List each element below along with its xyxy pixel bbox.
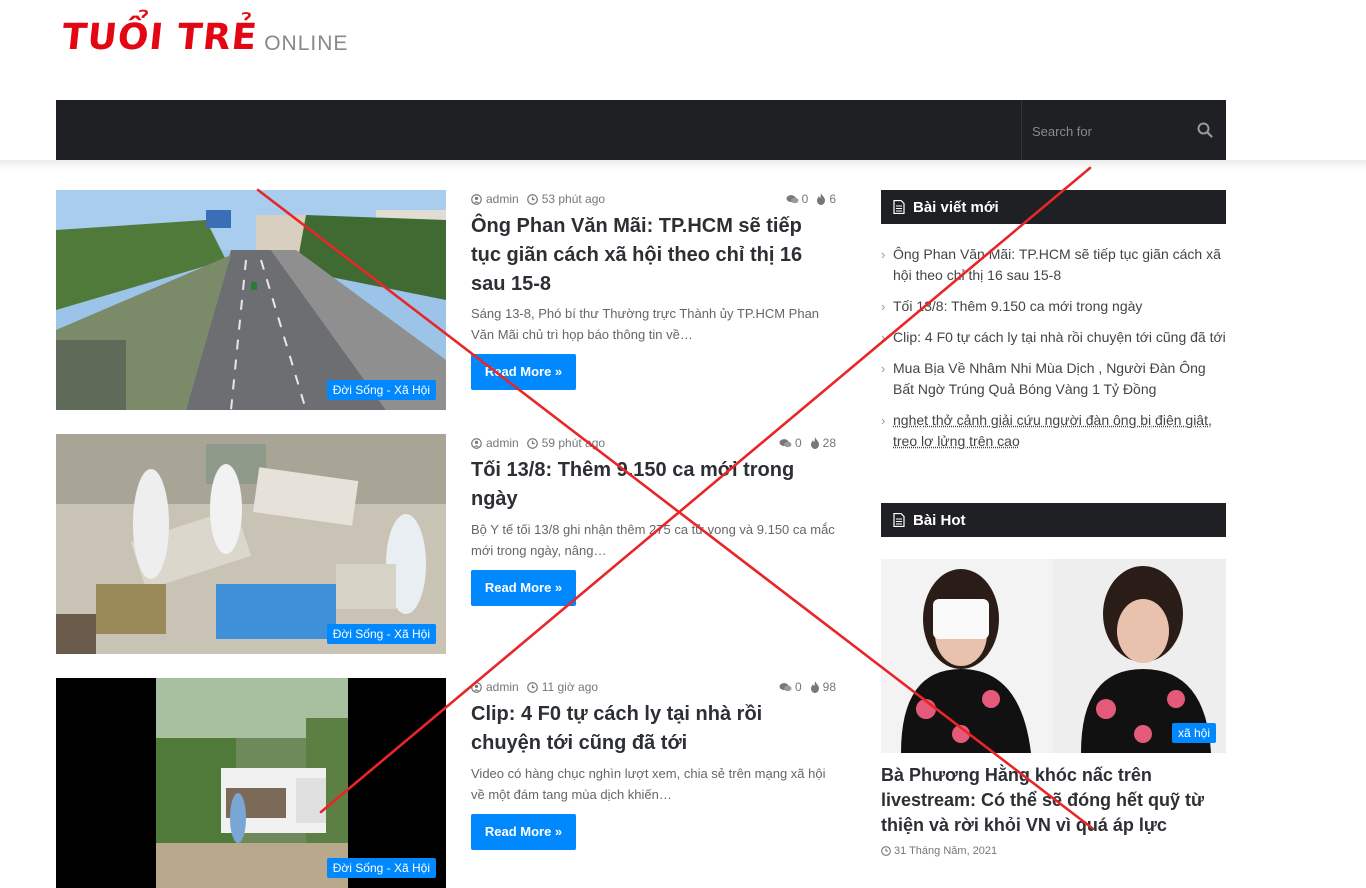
recent-post-link[interactable]: Mua Bịa Về Nhâm Nhi Mùa Dịch , Người Đàn… [893,360,1206,397]
post-card: Đời Sống - Xã Hội admin 53 phút ago 0 6 … [56,190,836,410]
recent-post-link[interactable]: Clip: 4 F0 tự cách ly tại nhà rồi chuyện… [893,329,1226,345]
hot-post-thumbnail[interactable]: xã hội [881,559,1226,753]
main-navbar [56,100,1226,162]
post-excerpt: Video có hàng chục nghìn lượt xem, chia … [471,766,826,802]
view-count: 6 [829,192,836,206]
category-badge[interactable]: Đời Sống - Xã Hội [326,380,436,400]
hot-posts-widget-header: Bài Hot [881,503,1226,537]
search-icon[interactable] [1196,121,1214,139]
clock-icon [526,193,538,205]
chevron-right-icon: › [881,299,886,314]
recent-posts-list: › Ông Phan Văn Mãi: TP.HCM sẽ tiếp tục gi… [881,244,1226,462]
chevron-right-icon: › [881,361,886,376]
comment-count[interactable]: 0 [802,192,809,206]
comment-count[interactable]: 0 [795,436,802,450]
post-title[interactable]: Tối 13/8: Thêm 9.150 ca mới trong ngày [471,456,821,514]
post-meta: admin 11 giờ ago 0 98 [471,680,836,696]
chevron-right-icon: › [881,413,886,428]
fire-icon [810,437,819,449]
widget-title: Bài viết mới [913,199,999,216]
hot-post-title[interactable]: Bà Phương Hằng khóc nấc trên livestream:… [881,763,1221,838]
read-more-button[interactable]: Read More » [471,814,576,850]
chevron-right-icon: › [881,247,886,262]
recent-post-link[interactable]: Ông Phan Văn Mãi: TP.HCM sẽ tiếp tục giã… [893,246,1221,283]
category-badge[interactable]: Đời Sống - Xã Hội [326,624,436,644]
post-thumbnail[interactable]: Đời Sống - Xã Hội [56,434,446,654]
street-photo [56,190,446,410]
hot-post-date: 31 Tháng Năm, 2021 [881,845,997,857]
clock-icon [526,437,538,449]
post-meta: admin 59 phút ago 0 28 [471,436,836,452]
read-more-button[interactable]: Read More » [471,570,576,606]
recent-post-link[interactable]: nghẹt thở cảnh giải cứu người đàn ông bị… [893,412,1212,449]
category-badge[interactable]: xã hội [1171,723,1216,743]
video-still-photo [56,678,446,888]
list-item[interactable]: › Mua Bịa Về Nhâm Nhi Mùa Dịch , Người Đà… [881,358,1226,400]
site-logo[interactable]: TUỔI TRẺ ONLINE [59,17,349,58]
search-input[interactable] [1022,100,1194,162]
list-item[interactable]: › nghẹt thở cảnh giải cứu người đàn ông b… [881,410,1226,452]
read-more-button[interactable]: Read More » [471,354,576,390]
hospital-photo [56,434,446,654]
post-author[interactable]: admin [486,192,519,206]
chevron-right-icon: › [881,330,886,345]
category-badge[interactable]: Đời Sống - Xã Hội [326,858,436,878]
post-time: 11 giờ ago [541,680,599,694]
post-thumbnail[interactable]: Đời Sống - Xã Hội [56,678,446,888]
post-card: Đời Sống - Xã Hội admin 11 giờ ago 0 98 … [56,678,836,888]
post-card: Đời Sống - Xã Hội admin 59 phút ago 0 28… [56,434,836,654]
recent-post-link[interactable]: Tối 13/8: Thêm 9.150 ca mới trong ngày [893,298,1142,314]
post-author[interactable]: admin [486,436,519,450]
recent-posts-widget-header: Bài viết mới [881,190,1226,224]
view-count: 98 [822,680,836,694]
post-time: 59 phút ago [541,436,606,450]
comments-icon [779,438,792,447]
list-item[interactable]: › Ông Phan Văn Mãi: TP.HCM sẽ tiếp tục gi… [881,244,1226,286]
clock-icon [526,681,538,693]
post-excerpt: Bộ Y tế tối 13/8 ghi nhận thêm 275 ca tử… [471,522,835,558]
view-count: 28 [822,436,836,450]
post-title[interactable]: Clip: 4 F0 tự cách ly tại nhà rồi chuyện… [471,700,821,758]
document-icon [893,513,905,527]
clock-icon [881,846,891,856]
list-item[interactable]: › Tối 13/8: Thêm 9.150 ca mới trong ngày [881,296,1226,317]
comments-icon [786,194,799,203]
fire-icon [817,193,826,205]
list-item[interactable]: › Clip: 4 F0 tự cách ly tại nhà rồi chuyệ… [881,327,1226,348]
comment-count[interactable]: 0 [795,680,802,694]
post-excerpt: Sáng 13-8, Phó bí thư Thường trực Thành … [471,306,820,342]
post-thumbnail[interactable]: Đời Sống - Xã Hội [56,190,446,410]
comments-icon [779,682,792,691]
logo-main-text: TUỔI TRẺ [59,17,260,58]
post-author[interactable]: admin [486,680,519,694]
user-icon [471,681,482,693]
widget-title: Bài Hot [913,512,966,529]
hot-post-date-text: 31 Tháng Năm, 2021 [894,845,998,857]
fire-icon [810,681,819,693]
post-time: 53 phút ago [541,192,606,206]
post-title[interactable]: Ông Phan Văn Mãi: TP.HCM sẽ tiếp tục giã… [471,212,821,299]
user-icon [471,193,482,205]
user-icon [471,437,482,449]
logo-sub-text: ONLINE [264,32,349,55]
document-icon [893,200,905,214]
post-meta: admin 53 phút ago 0 6 [471,192,836,208]
search-box [1021,100,1226,162]
